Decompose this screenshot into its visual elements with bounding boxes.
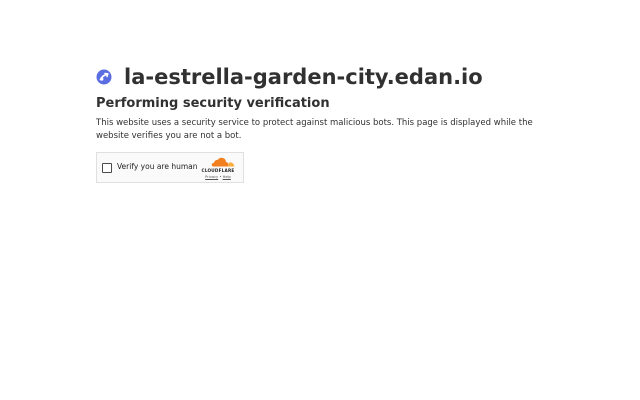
site-name: la-estrella-garden-city.edan.io	[124, 65, 483, 89]
site-header: la-estrella-garden-city.edan.io	[96, 64, 556, 90]
cloudflare-wordmark: CLOUDFLARE	[201, 168, 235, 173]
privacy-link[interactable]: Privacy	[205, 175, 218, 179]
cloudflare-links: Privacy • Help	[197, 175, 239, 179]
page-description: This website uses a security service to …	[96, 118, 533, 141]
main-content: la-estrella-garden-city.edan.io Performi…	[96, 64, 556, 142]
link-separator: •	[219, 175, 222, 179]
turnstile-widget: Verify you are human CLOUDFLARE Privacy …	[96, 152, 244, 183]
verify-label[interactable]: Verify you are human	[117, 162, 198, 171]
challenge-page: la-estrella-garden-city.edan.io Performi…	[0, 0, 640, 400]
cloudflare-branding: CLOUDFLARE Privacy • Help	[197, 157, 239, 181]
edan-logo-icon	[96, 69, 112, 85]
page-title: Performing security verification	[96, 96, 330, 111]
verify-checkbox[interactable]	[102, 163, 112, 173]
cloudflare-cloud-icon	[211, 157, 235, 167]
help-link[interactable]: Help	[223, 175, 231, 179]
